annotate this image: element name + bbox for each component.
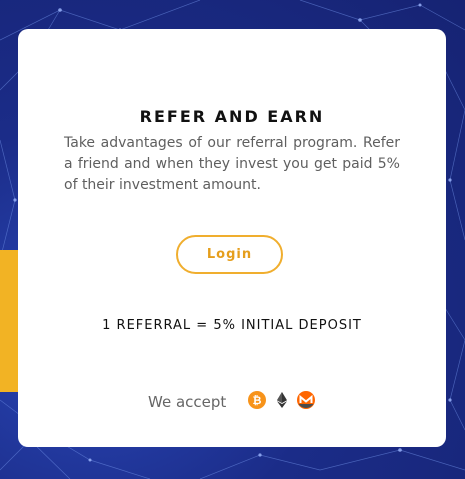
refer-earn-card: REFER AND EARN Take advantages of our re… bbox=[18, 29, 446, 447]
monero-icon bbox=[297, 391, 315, 409]
yellow-accent-strip bbox=[0, 250, 18, 392]
login-button[interactable]: Login bbox=[176, 235, 283, 274]
referral-rate-text: 1 REFERRAL = 5% INITIAL DEPOSIT bbox=[102, 318, 362, 333]
bitcoin-icon: ₿ bbox=[248, 391, 266, 409]
we-accept-label: We accept bbox=[148, 393, 227, 411]
section-title: REFER AND EARN bbox=[139, 107, 325, 126]
svg-text:₿: ₿ bbox=[253, 394, 262, 407]
section-description: Take advantages of our referral program.… bbox=[64, 135, 400, 193]
ethereum-icon bbox=[277, 392, 287, 408]
